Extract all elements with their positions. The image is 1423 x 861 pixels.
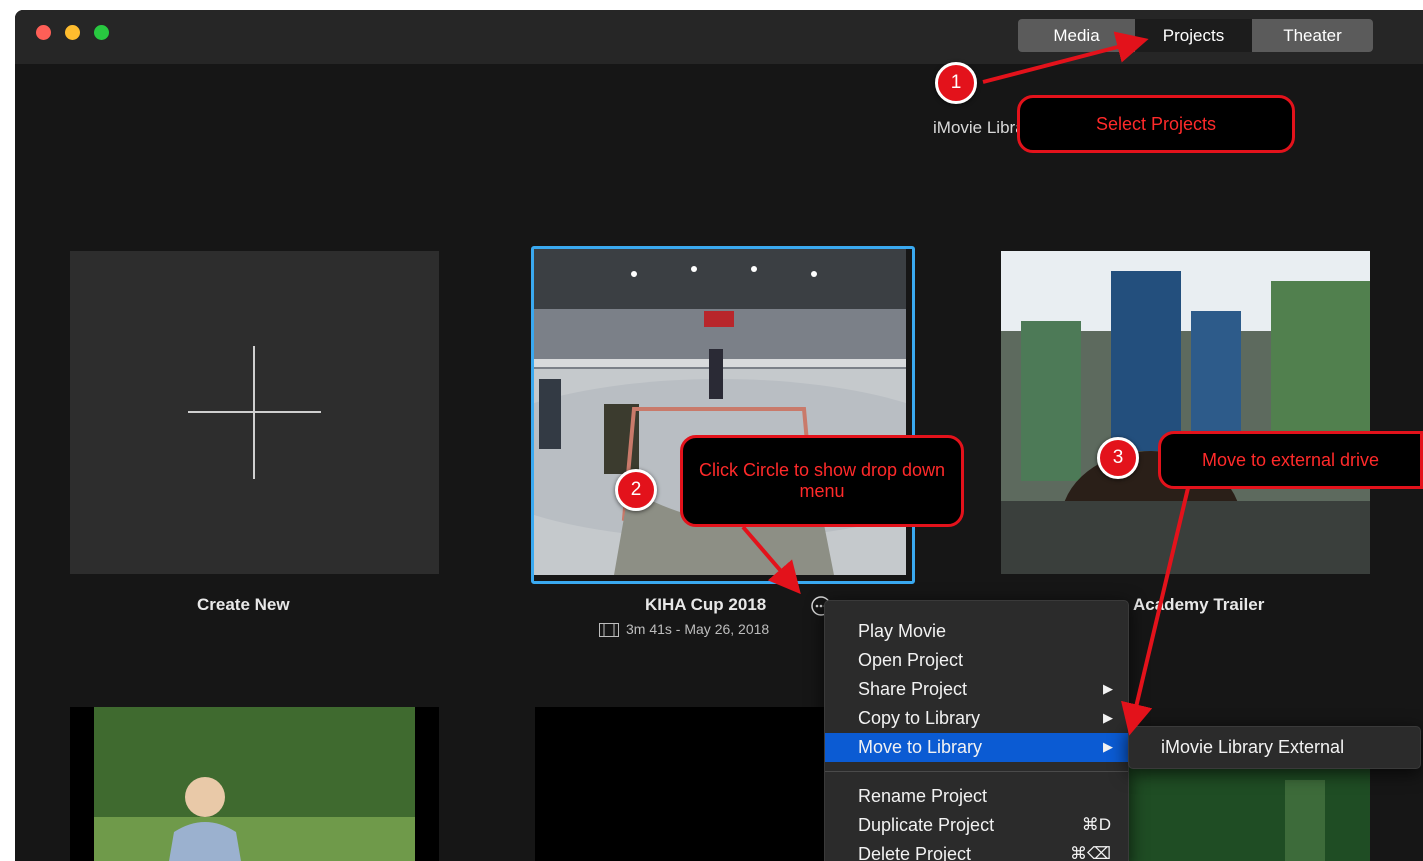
green-video-frame — [1125, 760, 1370, 861]
menu-item-label: Delete Project — [858, 844, 972, 861]
project-title: KIHA Cup 2018 — [645, 595, 767, 614]
menu-item-open-project[interactable]: Open Project — [825, 646, 1128, 675]
menu-item-rename-project[interactable]: Rename Project — [825, 782, 1128, 811]
menu-item-delete-project[interactable]: Delete Project ⌘⌫ — [825, 840, 1128, 861]
project-meta: 3m 41s - May 26, 2018 — [626, 621, 770, 637]
callout-click-circle: Click Circle to show drop down menu — [680, 435, 964, 527]
theme-park-image — [1001, 251, 1370, 574]
chevron-right-icon: ▶ — [1103, 710, 1113, 725]
create-new-tile[interactable] — [70, 251, 439, 574]
imovie-window: Media Projects Theater iMovie Library Cr… — [15, 10, 1423, 861]
menu-item-play-movie[interactable]: Play Movie — [825, 617, 1128, 646]
library-submenu: iMovie Library External — [1128, 726, 1421, 769]
tab-media[interactable]: Media — [1018, 19, 1135, 52]
film-strip-icon — [599, 623, 619, 637]
tab-theater[interactable]: Theater — [1252, 19, 1373, 52]
step-1-badge: 1 — [935, 62, 977, 104]
plus-icon — [188, 346, 321, 479]
callout-move-external: Move to external drive — [1158, 431, 1423, 489]
chevron-right-icon: ▶ — [1103, 681, 1113, 696]
project-context-menu: Play Movie Open Project Share Project ▶ C… — [824, 600, 1129, 861]
shortcut-label: ⌘D — [1081, 815, 1111, 834]
project-thumbnail[interactable] — [1001, 251, 1370, 574]
menu-item-share-project[interactable]: Share Project ▶ — [825, 675, 1128, 704]
submenu-item-imovie-library-external[interactable]: iMovie Library External — [1161, 737, 1344, 758]
minimize-button[interactable] — [65, 25, 80, 40]
project-thumbnail-selected[interactable] — [531, 246, 915, 584]
close-button[interactable] — [36, 25, 51, 40]
project-title: Academy Trailer — [1133, 595, 1265, 614]
menu-item-label: Play Movie — [858, 621, 947, 641]
menu-separator — [825, 771, 1128, 772]
chevron-right-icon: ▶ — [1103, 739, 1113, 754]
menu-item-copy-to-library[interactable]: Copy to Library ▶ — [825, 704, 1128, 733]
menu-item-duplicate-project[interactable]: Duplicate Project ⌘D — [825, 811, 1128, 840]
menu-item-label: Rename Project — [858, 786, 988, 806]
menu-item-label: Move to Library — [858, 737, 983, 757]
tab-projects[interactable]: Projects — [1135, 19, 1252, 52]
menu-item-label: Duplicate Project — [858, 815, 995, 835]
zoom-button[interactable] — [94, 25, 109, 40]
step-2-badge: 2 — [615, 469, 657, 511]
project-title: Create New — [197, 595, 290, 614]
project-thumbnail[interactable] — [535, 707, 835, 861]
menu-item-label: Open Project — [858, 650, 964, 670]
menu-item-move-to-library[interactable]: Move to Library ▶ — [825, 733, 1128, 762]
callout-select-projects: Select Projects — [1017, 95, 1295, 153]
shortcut-label: ⌘⌫ — [1069, 844, 1111, 861]
step-3-badge: 3 — [1097, 437, 1139, 479]
project-thumbnail[interactable] — [70, 707, 439, 861]
project-thumbnail[interactable] — [1125, 760, 1370, 861]
child-photo — [94, 707, 415, 861]
title-bar: Media Projects Theater — [15, 10, 1423, 64]
view-switcher: Media Projects Theater — [1018, 19, 1373, 52]
menu-item-label: Copy to Library — [858, 708, 981, 728]
menu-item-label: Share Project — [858, 679, 968, 699]
